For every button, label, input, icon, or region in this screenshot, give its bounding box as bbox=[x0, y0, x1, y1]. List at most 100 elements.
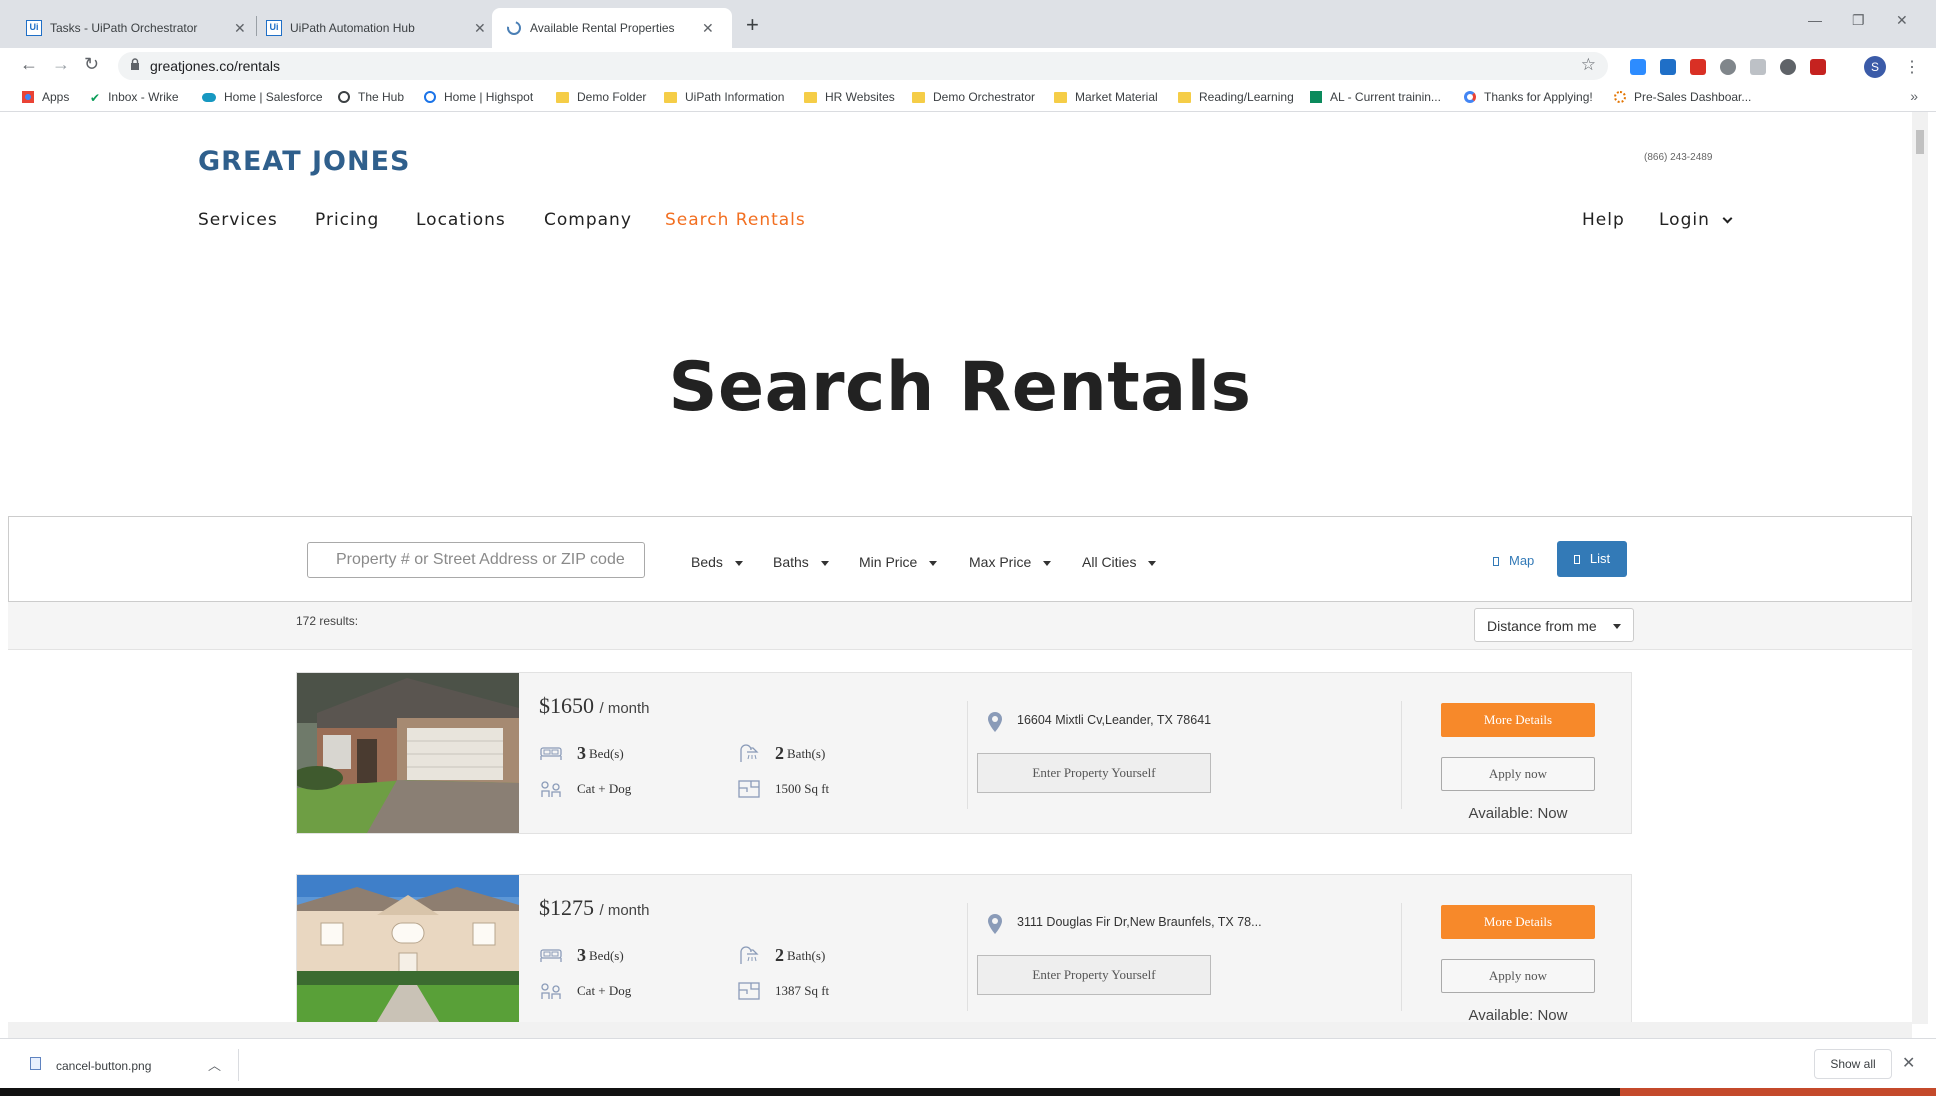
bookmark-star-icon[interactable]: ☆ bbox=[1581, 55, 1596, 75]
cities-dropdown[interactable]: All Cities bbox=[1082, 554, 1157, 570]
bookmark-salesforce[interactable]: Home | Salesforce bbox=[202, 90, 323, 104]
bookmark-label: Home | Highspot bbox=[444, 90, 534, 104]
apply-now-button[interactable]: Apply now bbox=[1441, 757, 1595, 791]
price-value: $1275 bbox=[539, 895, 594, 920]
bookmark-demo-orchestrator[interactable]: Demo Orchestrator bbox=[912, 90, 1035, 104]
minimize-icon[interactable]: — bbox=[1808, 12, 1822, 28]
baths-count: 2 bbox=[775, 945, 784, 965]
bookmark-al-current-training[interactable]: AL - Current trainin... bbox=[1310, 90, 1441, 104]
bookmark-wrike[interactable]: ✔ Inbox - Wrike bbox=[90, 90, 179, 105]
browser-menu-icon[interactable]: ⋮ bbox=[1904, 57, 1920, 77]
browser-toolbar: ← → ↻ greatjones.co/rentals ☆ S ⋮ bbox=[0, 48, 1936, 86]
window-close-icon[interactable]: ✕ bbox=[1896, 12, 1908, 29]
extension-icon[interactable] bbox=[1780, 59, 1796, 75]
folder-icon bbox=[1054, 91, 1067, 103]
baths-dropdown[interactable]: Baths bbox=[773, 554, 829, 570]
beds-spec: 3 Bed(s) bbox=[539, 945, 624, 966]
back-arrow-icon[interactable]: ← bbox=[20, 54, 38, 75]
profile-avatar[interactable]: S bbox=[1864, 56, 1886, 78]
show-all-button[interactable]: Show all bbox=[1814, 1049, 1892, 1079]
restore-icon[interactable]: ❐ bbox=[1852, 12, 1865, 29]
tab-available-rental-properties[interactable]: Available Rental Properties ✕ bbox=[492, 8, 732, 48]
uipath-extension-icon[interactable] bbox=[1660, 59, 1676, 75]
vertical-scrollbar[interactable] bbox=[1912, 112, 1928, 1024]
bookmark-demo-folder[interactable]: Demo Folder bbox=[556, 90, 646, 104]
nav-services[interactable]: Services bbox=[198, 210, 278, 230]
phone-number[interactable]: (866) 243-2489 bbox=[1644, 152, 1712, 163]
map-view-button[interactable]: Map bbox=[1493, 543, 1534, 579]
bookmark-label: Reading/Learning bbox=[1199, 90, 1294, 104]
extension-icon[interactable] bbox=[1690, 59, 1706, 75]
apply-now-button[interactable]: Apply now bbox=[1441, 959, 1595, 993]
nav-search-rentals[interactable]: Search Rentals bbox=[665, 210, 806, 230]
nav-pricing[interactable]: Pricing bbox=[315, 210, 379, 230]
bookmark-apps[interactable]: Apps bbox=[22, 90, 69, 104]
divider bbox=[1401, 701, 1402, 809]
pets-spec: Cat + Dog bbox=[539, 779, 631, 799]
search-input[interactable] bbox=[307, 542, 645, 578]
tab-uipath-orchestrator[interactable]: Ui Tasks - UiPath Orchestrator ✕ bbox=[0, 8, 246, 48]
close-icon[interactable]: ✕ bbox=[1902, 1053, 1915, 1073]
beds-dropdown[interactable]: Beds bbox=[691, 554, 743, 570]
list-view-button[interactable]: List bbox=[1557, 541, 1627, 577]
bookmark-label: Home | Salesforce bbox=[224, 90, 323, 104]
site-logo[interactable]: GREAT JONES bbox=[198, 146, 411, 177]
bookmark-label: Demo Folder bbox=[577, 90, 647, 104]
forward-arrow-icon[interactable]: → bbox=[52, 54, 70, 75]
nav-login[interactable]: Login bbox=[1659, 210, 1733, 230]
area-value: 1387 Sq ft bbox=[775, 983, 830, 998]
baths-label: Baths bbox=[773, 554, 809, 570]
close-icon[interactable]: ✕ bbox=[474, 20, 486, 37]
loading-icon bbox=[506, 20, 522, 36]
extension-icon[interactable] bbox=[1750, 59, 1766, 75]
more-bookmarks-icon[interactable]: » bbox=[1910, 88, 1918, 104]
enter-property-yourself-button[interactable]: Enter Property Yourself bbox=[977, 955, 1211, 995]
caret-down-icon bbox=[1613, 624, 1621, 629]
divider bbox=[967, 903, 968, 1011]
folder-icon bbox=[1178, 91, 1191, 103]
max-price-dropdown[interactable]: Max Price bbox=[969, 554, 1052, 570]
sort-dropdown[interactable]: Distance from me bbox=[1474, 608, 1634, 642]
nav-company[interactable]: Company bbox=[544, 210, 632, 230]
folder-icon bbox=[664, 91, 677, 103]
property-address[interactable]: 3111 Douglas Fir Dr,New Braunfels, TX 78… bbox=[1017, 915, 1262, 929]
baths-unit: Bath(s) bbox=[787, 745, 826, 761]
bookmark-label: Market Material bbox=[1075, 90, 1158, 104]
bookmark-reading-learning[interactable]: Reading/Learning bbox=[1178, 90, 1294, 104]
bookmark-the-hub[interactable]: The Hub bbox=[338, 90, 404, 104]
cloud-extension-icon[interactable] bbox=[1720, 59, 1736, 75]
bookmark-label: Demo Orchestrator bbox=[933, 90, 1036, 104]
new-tab-button[interactable]: + bbox=[746, 14, 759, 36]
more-details-button[interactable]: More Details bbox=[1441, 703, 1595, 737]
chevron-up-icon[interactable]: ︿ bbox=[208, 1055, 221, 1074]
bookmark-thanks-for-applying[interactable]: Thanks for Applying! bbox=[1464, 90, 1593, 104]
reload-icon[interactable]: ↻ bbox=[84, 54, 99, 75]
beds-spec: 3 Bed(s) bbox=[539, 743, 624, 764]
property-address[interactable]: 16604 Mixtli Cv,Leander, TX 78641 bbox=[1017, 713, 1211, 727]
page-content: GREAT JONES (866) 243-2489 Services Pric… bbox=[8, 112, 1912, 1024]
pdf-extension-icon[interactable] bbox=[1810, 59, 1826, 75]
close-icon[interactable]: ✕ bbox=[702, 20, 714, 37]
nav-locations[interactable]: Locations bbox=[416, 210, 506, 230]
tab-automation-hub[interactable]: Ui UiPath Automation Hub ✕ bbox=[240, 8, 486, 48]
tab-label: UiPath Automation Hub bbox=[290, 21, 415, 35]
floorplan-icon bbox=[738, 780, 760, 798]
bookmark-market-material[interactable]: Market Material bbox=[1054, 90, 1158, 104]
scrollbar-thumb[interactable] bbox=[1916, 130, 1924, 154]
address-bar[interactable]: greatjones.co/rentals ☆ bbox=[118, 52, 1608, 80]
bookmark-hr-websites[interactable]: HR Websites bbox=[804, 90, 895, 104]
filter-bar: Beds Baths Min Price Max Price All Citie… bbox=[8, 516, 1912, 602]
enter-property-yourself-button[interactable]: Enter Property Yourself bbox=[977, 753, 1211, 793]
bookmark-uipath-information[interactable]: UiPath Information bbox=[664, 90, 784, 104]
horizontal-scrollbar[interactable] bbox=[8, 1022, 1912, 1038]
property-photo[interactable] bbox=[297, 875, 519, 1024]
bookmark-pre-sales-dashboard[interactable]: Pre-Sales Dashboar... bbox=[1614, 90, 1751, 104]
min-price-dropdown[interactable]: Min Price bbox=[859, 554, 938, 570]
property-photo[interactable] bbox=[297, 673, 519, 833]
download-filename[interactable]: cancel-button.png bbox=[56, 1059, 151, 1073]
more-details-button[interactable]: More Details bbox=[1441, 905, 1595, 939]
zoom-extension-icon[interactable] bbox=[1630, 59, 1646, 75]
nav-help[interactable]: Help bbox=[1582, 210, 1625, 230]
bookmark-highspot[interactable]: Home | Highspot bbox=[424, 90, 533, 104]
folder-icon bbox=[556, 91, 569, 103]
